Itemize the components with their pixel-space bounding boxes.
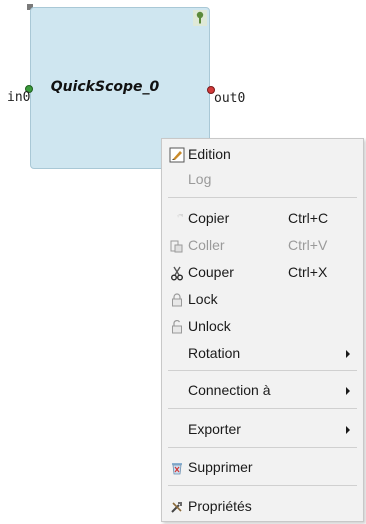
diagram-canvas[interactable]: QuickScope_0 in0 out0 Edition Log Copier… (0, 0, 366, 524)
menu-separator (168, 370, 357, 371)
properties-icon (171, 502, 182, 513)
menu-item-supprimer[interactable]: Supprimer (162, 456, 363, 480)
menu-separator (168, 447, 357, 448)
menu-separator (168, 485, 357, 486)
context-menu: Edition Log Copier Ctrl+C Coller Ctrl+V (161, 138, 364, 522)
menu-item-rotation[interactable]: Rotation (162, 342, 363, 366)
menu-item-label: Copier (188, 210, 230, 226)
submenu-arrow-icon (346, 387, 350, 395)
menu-item-shortcut: Ctrl+X (288, 264, 328, 280)
menu-item-shortcut: Ctrl+C (288, 210, 329, 226)
menu-item-shortcut: Ctrl+V (288, 237, 328, 253)
menu-item-label: Supprimer (188, 459, 253, 475)
menu-item-label: Connection à (188, 382, 271, 398)
menu-item-label: Rotation (188, 345, 241, 361)
block-title: QuickScope_0 (50, 79, 160, 95)
menu-item-label: Unlock (188, 318, 231, 334)
menu-separator (168, 197, 357, 198)
output-port-label: out0 (214, 91, 246, 106)
menu-item-unlock[interactable]: Unlock (162, 315, 363, 339)
delete-icon (172, 463, 182, 475)
paste-icon (170, 240, 183, 253)
menu-separator (168, 408, 357, 409)
menu-item-log[interactable]: Log (162, 168, 363, 192)
menu-item-edition[interactable]: Edition (162, 143, 363, 167)
menu-item-label: Couper (188, 264, 234, 280)
pin-icon[interactable] (193, 10, 207, 26)
menu-item-connection[interactable]: Connection à (162, 379, 363, 403)
unlock-icon (172, 319, 182, 334)
menu-item-copier[interactable]: Copier Ctrl+C (162, 207, 363, 231)
input-port-label: in0 (7, 90, 31, 105)
lock-icon (172, 293, 182, 307)
menu-item-label: Log (188, 171, 212, 187)
menu-item-couper[interactable]: Couper Ctrl+X (162, 261, 363, 285)
edit-icon (169, 147, 185, 163)
menu-item-label: Edition (188, 146, 231, 162)
menu-item-exporter[interactable]: Exporter (162, 418, 363, 442)
menu-item-proprietes[interactable]: Propriétés (162, 495, 363, 519)
menu-item-lock[interactable]: Lock (162, 288, 363, 312)
submenu-arrow-icon (346, 350, 350, 358)
menu-item-label: Exporter (188, 421, 241, 437)
menu-item-label: Propriétés (188, 498, 252, 514)
copy-icon (177, 214, 183, 218)
menu-item-label: Lock (188, 291, 218, 307)
submenu-arrow-icon (346, 426, 350, 434)
menu-item-coller[interactable]: Coller Ctrl+V (162, 234, 363, 258)
cut-icon (171, 266, 183, 281)
menu-item-label: Coller (188, 237, 225, 253)
